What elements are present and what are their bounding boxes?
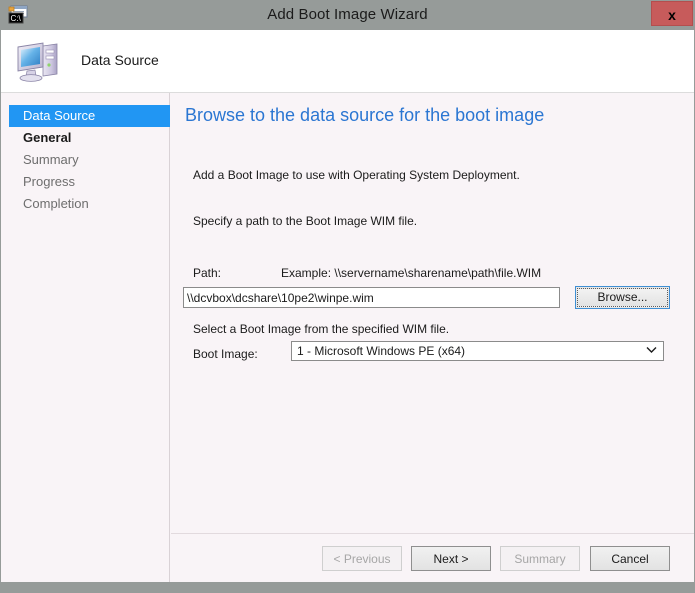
window-border-bottom xyxy=(0,582,695,593)
computer-icon xyxy=(15,38,63,84)
path-example-label: Example: \\servername\sharename\path\fil… xyxy=(281,266,542,280)
wizard-content: Browse to the data source for the boot i… xyxy=(171,93,694,582)
boot-image-select[interactable]: 1 - Microsoft Windows PE (x64) xyxy=(291,341,664,361)
wizard-sidebar: Data Source General Summary Progress Com… xyxy=(1,93,170,582)
next-button[interactable]: Next > xyxy=(411,546,491,571)
wizard-body: Data Source General Summary Progress Com… xyxy=(1,93,694,582)
wizard-step-list: Data Source General Summary Progress Com… xyxy=(1,105,170,215)
wizard-footer: < Previous Next > Summary Cancel xyxy=(171,534,694,582)
chevron-down-icon xyxy=(646,342,657,360)
window-title: Add Boot Image Wizard xyxy=(267,6,428,23)
boot-image-label: Boot Image: xyxy=(193,347,258,361)
wizard-header: Data Source xyxy=(1,30,694,93)
boot-image-selected-value: 1 - Microsoft Windows PE (x64) xyxy=(297,344,466,358)
cancel-button[interactable]: Cancel xyxy=(590,546,670,571)
page-title: Browse to the data source for the boot i… xyxy=(185,105,545,125)
path-label: Path: xyxy=(193,266,222,280)
intro-paragraph: Add a Boot Image to use with Operating S… xyxy=(193,168,520,182)
browse-button[interactable]: Browse... xyxy=(575,286,670,309)
sidebar-item-general[interactable]: General xyxy=(1,127,170,149)
browse-button-label: Browse... xyxy=(577,288,668,307)
header-title: Data Source xyxy=(81,52,159,68)
instruction-paragraph: Specify a path to the Boot Image WIM fil… xyxy=(193,214,418,228)
sidebar-item-progress[interactable]: Progress xyxy=(1,171,170,193)
wizard-window: C:\ Add Boot Image Wizard x Data Source … xyxy=(0,0,695,593)
path-input[interactable] xyxy=(183,287,560,308)
close-icon[interactable]: x xyxy=(651,1,693,26)
title-bar: C:\ Add Boot Image Wizard x xyxy=(0,0,695,30)
select-boot-image-hint: Select a Boot Image from the specified W… xyxy=(193,322,450,336)
sidebar-item-completion[interactable]: Completion xyxy=(1,193,170,215)
sidebar-item-summary[interactable]: Summary xyxy=(1,149,170,171)
summary-button[interactable]: Summary xyxy=(500,546,580,571)
previous-button[interactable]: < Previous xyxy=(322,546,402,571)
sidebar-item-data-source[interactable]: Data Source xyxy=(9,105,170,127)
